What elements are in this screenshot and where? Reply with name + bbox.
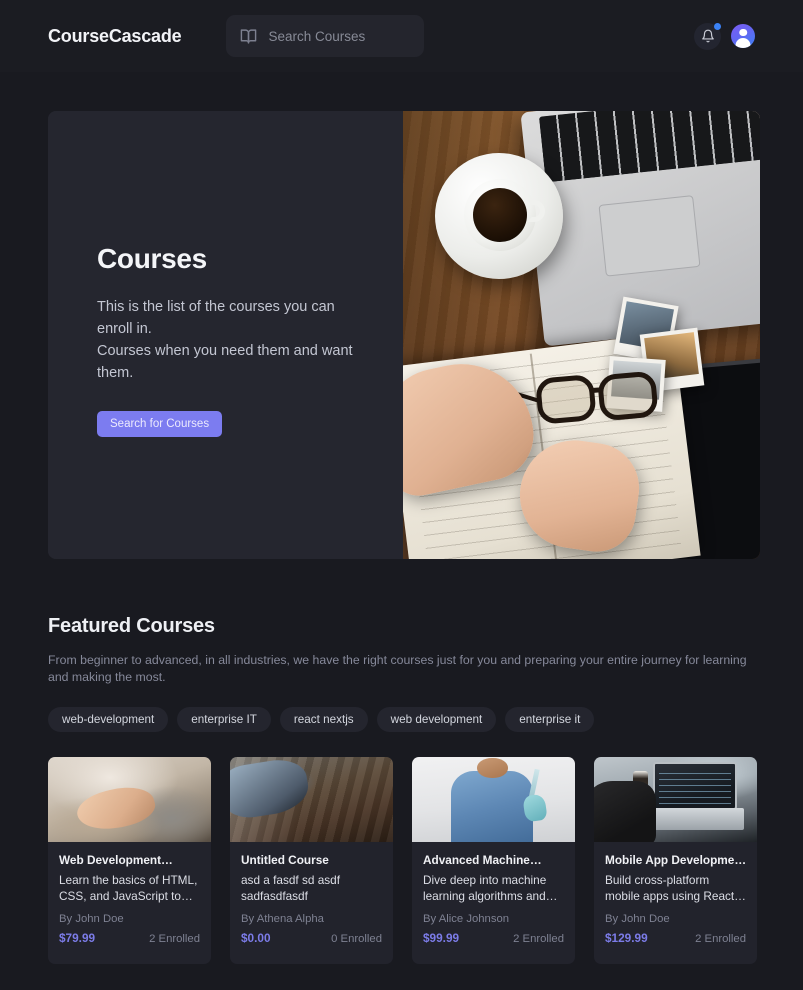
avatar-head-shape xyxy=(739,28,747,36)
course-card-footer: $99.99 2 Enrolled xyxy=(423,931,564,945)
course-card-footer: $0.00 0 Enrolled xyxy=(241,931,382,945)
hero-glasses-left-lens xyxy=(535,373,597,425)
course-card-price: $0.00 xyxy=(241,931,271,945)
course-card-grid: Web Development… Learn the basics of HTM… xyxy=(48,757,757,964)
app-brand-logo[interactable]: CourseCascade xyxy=(48,26,182,47)
tag-web-development-space[interactable]: web development xyxy=(376,707,497,732)
course-card[interactable]: Advanced Machine… Dive deep into machine… xyxy=(412,757,575,964)
course-card[interactable]: Web Development… Learn the basics of HTM… xyxy=(48,757,211,964)
hero-laptop-keyboard xyxy=(538,111,760,183)
tag-enterprise-it-lower[interactable]: enterprise it xyxy=(505,707,595,732)
notifications-button[interactable] xyxy=(694,22,721,50)
course-card[interactable]: Mobile App Developme… Build cross-platfo… xyxy=(594,757,757,964)
course-card-image xyxy=(48,757,211,842)
hero-laptop-trackpad xyxy=(598,195,701,277)
book-icon xyxy=(241,28,257,44)
hero-coffee-liquid xyxy=(473,188,527,242)
course-card-description: Build cross-platform mobile apps using R… xyxy=(605,873,746,903)
course-tag-list: web-development enterprise IT react next… xyxy=(48,707,755,732)
course-card[interactable]: Untitled Course asd a fasdf sd asdf sadf… xyxy=(230,757,393,964)
hero-coffee-cup xyxy=(464,179,536,251)
course-card-body: Mobile App Developme… Build cross-platfo… xyxy=(594,842,757,964)
avatar-body-shape xyxy=(735,37,751,48)
course-card-image xyxy=(412,757,575,842)
tag-web-development[interactable]: web-development xyxy=(48,707,169,732)
hero-cup-handle xyxy=(527,200,545,222)
course-card-body: Web Development… Learn the basics of HTM… xyxy=(48,842,211,964)
course-card-price: $129.99 xyxy=(605,931,648,945)
notification-badge-dot xyxy=(714,22,721,30)
course-card-title: Untitled Course xyxy=(241,853,329,867)
hero-description-line-1: This is the list of the courses you can xyxy=(97,299,335,315)
course-card-body: Untitled Course asd a fasdf sd asdf sadf… xyxy=(230,842,393,964)
course-card-enrolled-count: 0 Enrolled xyxy=(331,933,382,945)
hero-text-panel: Courses This is the list of the courses … xyxy=(48,111,403,559)
bell-icon xyxy=(701,29,714,43)
course-card-author: By John Doe xyxy=(605,913,670,925)
tag-react-nextjs[interactable]: react nextjs xyxy=(279,707,368,732)
page-title: Courses xyxy=(97,243,207,274)
app-header: CourseCascade Search Courses xyxy=(0,0,803,72)
hero-glasses-right-lens xyxy=(596,370,659,422)
hero-image xyxy=(403,111,760,559)
course-card-description: asd a fasdf sd asdf sadfasdfasdf xyxy=(241,873,341,903)
user-avatar[interactable] xyxy=(731,24,755,48)
featured-courses-subtitle: From beginner to advanced, in all indust… xyxy=(48,653,747,684)
course-card-description: Learn the basics of HTML, CSS, and JavaS… xyxy=(59,873,198,903)
course-card-price: $79.99 xyxy=(59,931,96,945)
hero-description: This is the list of the courses you can … xyxy=(97,296,357,384)
course-card-description: Dive deep into machine learning algorith… xyxy=(423,873,558,903)
search-placeholder-text: Search Courses xyxy=(268,28,366,44)
search-input[interactable]: Search Courses xyxy=(226,15,425,57)
course-card-enrolled-count: 2 Enrolled xyxy=(513,933,564,945)
hero-coffee-saucer xyxy=(435,153,563,279)
course-card-body: Advanced Machine… Dive deep into machine… xyxy=(412,842,575,964)
course-card-footer: $129.99 2 Enrolled xyxy=(605,931,746,945)
search-for-courses-button[interactable]: Search for Courses xyxy=(97,411,223,437)
course-card-footer: $79.99 2 Enrolled xyxy=(59,931,200,945)
course-card-author: By John Doe xyxy=(59,913,124,925)
tag-enterprise-it-upper[interactable]: enterprise IT xyxy=(177,707,271,732)
hero-description-line-3: Courses when you need them and xyxy=(97,343,318,359)
course-card-author: By Alice Johnson xyxy=(423,913,510,925)
header-actions xyxy=(694,22,755,50)
hero-description-line-2: enroll in. xyxy=(97,321,152,337)
course-card-image xyxy=(230,757,393,842)
course-card-price: $99.99 xyxy=(423,931,460,945)
featured-courses-heading: Featured Courses xyxy=(48,615,215,637)
course-card-title: Mobile App Developme… xyxy=(605,853,746,867)
course-card-title: Advanced Machine… xyxy=(423,853,542,867)
course-card-title: Web Development… xyxy=(59,853,173,867)
featured-courses-section: Featured Courses From beginner to advanc… xyxy=(48,615,757,964)
course-card-enrolled-count: 2 Enrolled xyxy=(695,933,746,945)
course-card-author: By Athena Alpha xyxy=(241,913,324,925)
course-card-image xyxy=(594,757,757,842)
hero-banner: Courses This is the list of the courses … xyxy=(48,111,760,559)
course-card-enrolled-count: 2 Enrolled xyxy=(149,933,200,945)
